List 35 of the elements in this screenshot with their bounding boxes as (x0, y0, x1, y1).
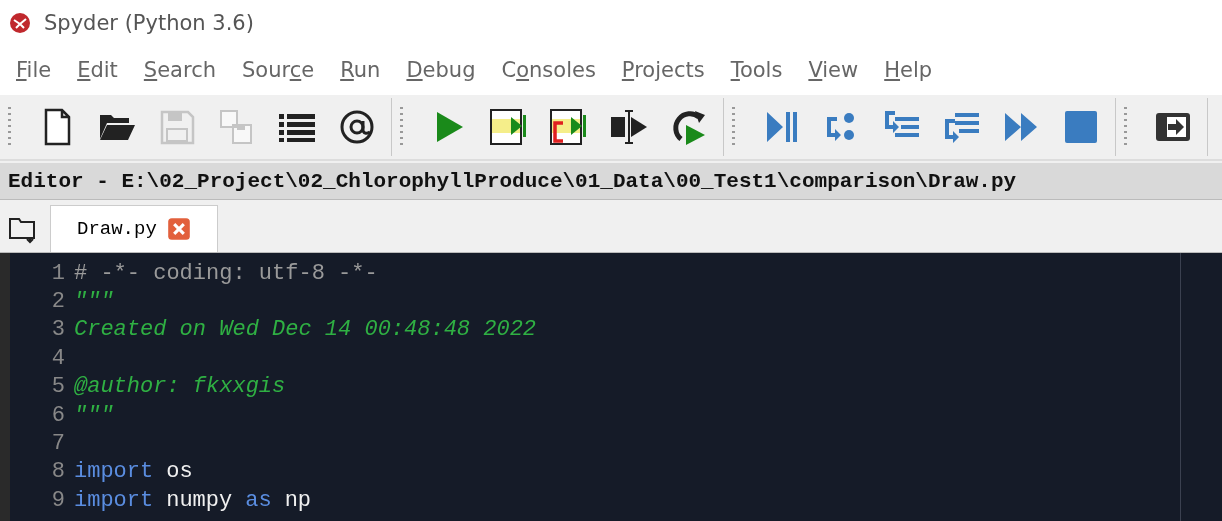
code-keyword: import (74, 459, 154, 485)
code-docstring: @author: fkxxgis (74, 374, 286, 400)
code-comment: # -*- coding: utf-8 -*- (74, 260, 378, 286)
close-icon[interactable] (166, 217, 191, 241)
menu-item[interactable]: Help (876, 58, 941, 82)
line-number: 3 (50, 317, 65, 343)
editor-path: Editor - E:\02_Project\02_ChlorophyllProduce\01_Data\00_Test1\comparison\Draw.py (8, 169, 1017, 193)
menu-item[interactable]: File (8, 58, 60, 82)
code-keyword: as (245, 487, 272, 513)
code-keyword: import (74, 487, 154, 513)
menu-item[interactable]: Tools (722, 58, 791, 82)
line-number: 8 (50, 459, 65, 485)
code-text: numpy (166, 487, 233, 513)
menu-item[interactable]: View (800, 58, 867, 82)
menu-item[interactable]: Run (332, 58, 389, 82)
line-number: 4 (50, 345, 65, 371)
code-docstring: Created on Wed Dec 14 00:48:48 2022 (74, 317, 537, 343)
code-docstring: """ (74, 289, 114, 315)
menu-item[interactable]: Edit (69, 58, 126, 82)
code-text: np (284, 487, 312, 513)
menu-item[interactable]: Debug (398, 58, 484, 82)
line-number: 1 (50, 260, 65, 286)
line-number: 2 (50, 289, 65, 315)
menu-item[interactable]: Source (234, 58, 323, 82)
line-number: 5 (50, 374, 65, 400)
menu-item[interactable]: Search (135, 58, 224, 82)
line-number: 9 (50, 487, 65, 513)
file-tab[interactable]: Draw.py (50, 205, 218, 252)
menu-item[interactable]: Projects (613, 58, 713, 82)
line-number: 7 (50, 431, 65, 457)
code-docstring: """ (74, 402, 114, 428)
line-number: 6 (50, 402, 65, 428)
code-text: os (166, 459, 193, 485)
menu-item[interactable]: Consoles (493, 58, 604, 82)
window-title: Spyder (Python 3.6) (44, 10, 254, 35)
